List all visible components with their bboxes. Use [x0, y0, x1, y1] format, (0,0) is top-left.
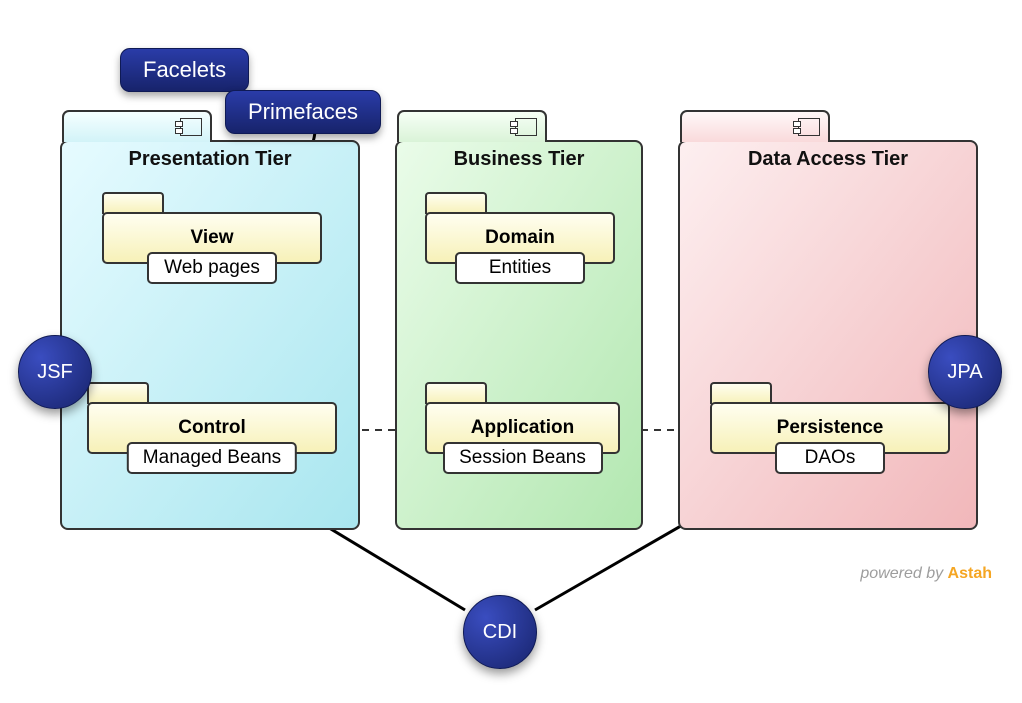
package-domain: Domain Entities — [425, 192, 615, 292]
package-application: Application Session Beans — [425, 382, 620, 492]
stereotype-persistence: DAOs — [775, 442, 885, 474]
stereotype-application: Session Beans — [443, 442, 603, 474]
package-persistence: Persistence DAOs — [710, 382, 950, 492]
footer-credit: powered by Astah — [860, 565, 992, 583]
tier-tab-presentation — [62, 110, 212, 142]
stereotype-control: Managed Beans — [127, 442, 297, 474]
tier-title-presentation: Presentation Tier — [62, 148, 358, 171]
folder-tab-icon — [710, 382, 772, 404]
component-icon — [180, 118, 202, 136]
badge-jpa: JPA — [928, 335, 1002, 409]
component-icon — [798, 118, 820, 136]
footer-brand: Astah — [948, 565, 992, 582]
folder-tab-icon — [87, 382, 149, 404]
tier-title-data: Data Access Tier — [680, 148, 976, 171]
tier-presentation: Presentation Tier View Web pages Control… — [60, 140, 360, 530]
tier-tab-data — [680, 110, 830, 142]
package-view: View Web pages — [102, 192, 322, 292]
footer-prefix: powered by — [860, 565, 947, 582]
component-icon — [515, 118, 537, 136]
tier-business: Business Tier Domain Entities Applicatio… — [395, 140, 643, 530]
stereotype-view: Web pages — [147, 252, 277, 284]
tier-title-business: Business Tier — [397, 148, 641, 171]
package-control: Control Managed Beans — [87, 382, 337, 492]
badge-primefaces: Primefaces — [225, 90, 381, 134]
badge-facelets: Facelets — [120, 48, 249, 92]
tier-data-access: Data Access Tier Persistence DAOs — [678, 140, 978, 530]
stereotype-domain: Entities — [455, 252, 585, 284]
badge-jsf: JSF — [18, 335, 92, 409]
tier-tab-business — [397, 110, 547, 142]
diagram-canvas: Presentation Tier View Web pages Control… — [0, 0, 1022, 703]
folder-tab-icon — [102, 192, 164, 214]
folder-tab-icon — [425, 382, 487, 404]
badge-cdi: CDI — [463, 595, 537, 669]
folder-tab-icon — [425, 192, 487, 214]
